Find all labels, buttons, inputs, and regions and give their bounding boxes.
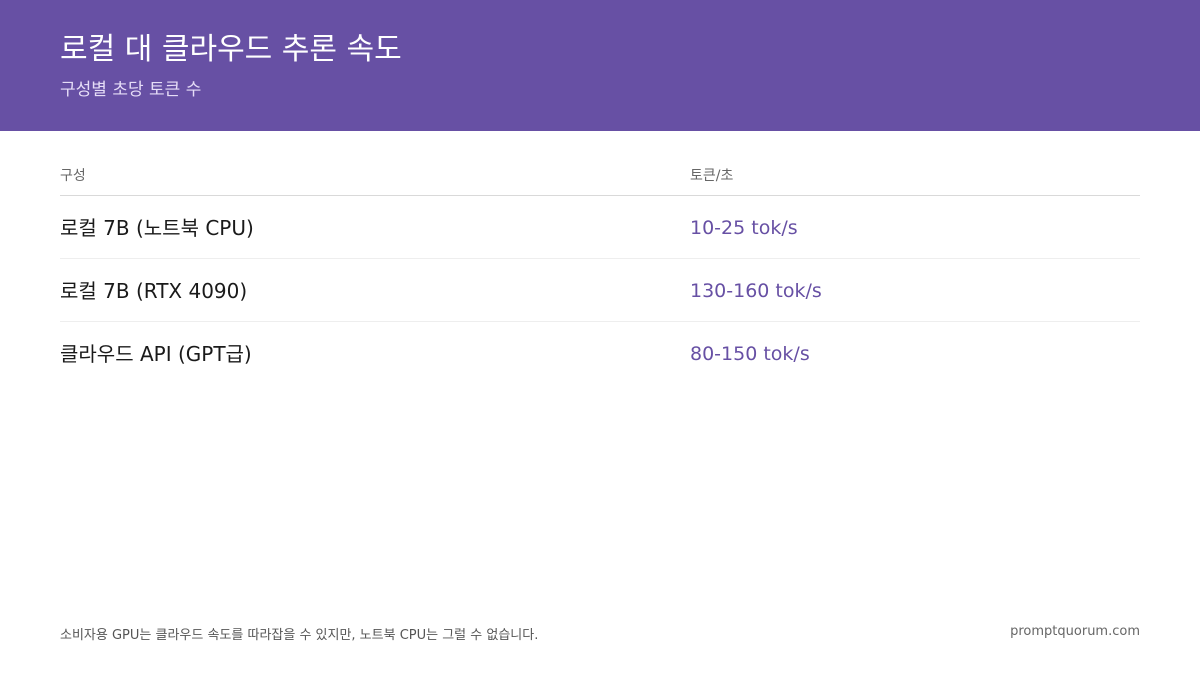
- table-row: 클라우드 API (GPT급) 80-150 tok/s: [60, 322, 1140, 384]
- footer-note: 소비자용 GPU는 클라우드 속도를 따라잡을 수 있지만, 노트북 CPU는 …: [60, 628, 539, 643]
- comparison-table: 구성 토큰/초 로컬 7B (노트북 CPU) 10-25 tok/s 로컬 7…: [60, 155, 1140, 384]
- table-row: 로컬 7B (RTX 4090) 130-160 tok/s: [60, 259, 1140, 322]
- config-cell: 클라우드 API (GPT급): [60, 342, 252, 366]
- speed-cell: 80-150 tok/s: [690, 343, 810, 365]
- slide: 로컬 대 클라우드 추론 속도 구성별 초당 토큰 수 구성 토큰/초 로컬 7…: [0, 0, 1200, 675]
- page-subtitle: 구성별 초당 토큰 수: [60, 80, 202, 100]
- speed-cell: 130-160 tok/s: [690, 280, 822, 302]
- page-title: 로컬 대 클라우드 추론 속도: [60, 32, 402, 67]
- config-cell: 로컬 7B (노트북 CPU): [60, 216, 254, 240]
- column-header-speed: 토큰/초: [690, 168, 734, 184]
- table-header: 구성 토큰/초: [60, 155, 1140, 196]
- speed-cell: 10-25 tok/s: [690, 217, 798, 239]
- header-banner: 로컬 대 클라우드 추론 속도 구성별 초당 토큰 수: [0, 0, 1200, 131]
- table-row: 로컬 7B (노트북 CPU) 10-25 tok/s: [60, 196, 1140, 259]
- footer-brand-link[interactable]: promptquorum.com: [1010, 624, 1140, 639]
- config-cell: 로컬 7B (RTX 4090): [60, 279, 248, 303]
- column-header-config: 구성: [60, 168, 86, 184]
